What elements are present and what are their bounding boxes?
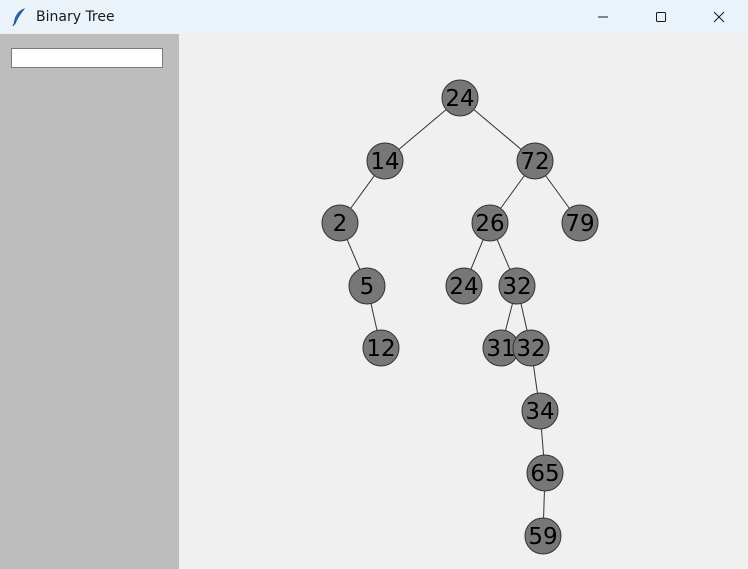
tree-node-label: 5 bbox=[360, 274, 375, 300]
tree-node: 14 bbox=[366, 142, 404, 180]
tree-node-label: 34 bbox=[525, 399, 554, 425]
tree-node-label: 72 bbox=[520, 149, 549, 175]
tree-node-label: 2 bbox=[333, 211, 348, 237]
node-value-input[interactable] bbox=[11, 48, 163, 68]
tree-node: 34 bbox=[521, 392, 559, 430]
tree-drawing: 2414 722 26 795 24 3212 31 32346559 bbox=[321, 79, 599, 555]
feather-icon bbox=[11, 8, 27, 26]
tree-node: 32 bbox=[512, 329, 550, 367]
tree-node-label: 24 bbox=[445, 86, 474, 112]
close-button[interactable] bbox=[690, 0, 748, 34]
tree-node: 26 bbox=[471, 204, 509, 242]
tree-node: 32 bbox=[498, 267, 536, 305]
minimize-button[interactable] bbox=[574, 0, 632, 34]
tree-node-label: 24 bbox=[449, 274, 478, 300]
window-controls bbox=[574, 0, 748, 34]
tree-node-label: 14 bbox=[370, 149, 399, 175]
window-title: Binary Tree bbox=[36, 9, 115, 25]
tree-node-label: 32 bbox=[502, 274, 531, 300]
tree-node-label: 79 bbox=[565, 211, 594, 237]
tree-node: 79 bbox=[561, 204, 599, 242]
tree-node-label: 31 bbox=[486, 336, 515, 362]
tree-node: 2 bbox=[321, 204, 359, 242]
tree-node-label: 65 bbox=[530, 461, 559, 487]
tree-node: 12 bbox=[362, 329, 400, 367]
title-bar[interactable]: Binary Tree bbox=[0, 0, 748, 34]
tree-node-label: 59 bbox=[528, 524, 557, 550]
maximize-button[interactable] bbox=[632, 0, 690, 34]
tree-node: 24 bbox=[445, 267, 483, 305]
nodes-layer: 2414 722 26 795 24 3212 31 32346559 bbox=[321, 79, 599, 555]
tree-node: 59 bbox=[524, 517, 562, 555]
tree-node: 24 bbox=[441, 79, 479, 117]
tree-node: 5 bbox=[348, 267, 386, 305]
maximize-icon bbox=[656, 12, 666, 22]
tree-canvas: 24 14 72 2 26 79 5 24 32 12 31 32 34 65 59 bbox=[179, 34, 748, 569]
sidebar-panel bbox=[0, 34, 179, 569]
tree-node-label: 32 bbox=[516, 336, 545, 362]
close-icon bbox=[713, 11, 725, 23]
tree-node-label: 12 bbox=[366, 336, 395, 362]
minimize-icon bbox=[598, 16, 608, 18]
tree-node: 72 bbox=[516, 142, 554, 180]
tree-node-label: 26 bbox=[475, 211, 504, 237]
tree-node: 65 bbox=[526, 454, 564, 492]
